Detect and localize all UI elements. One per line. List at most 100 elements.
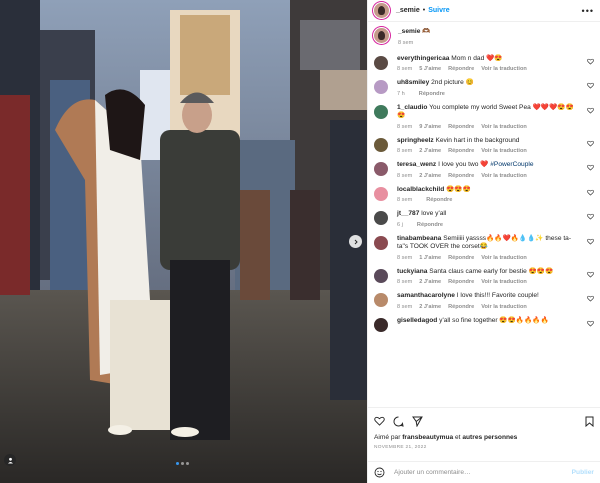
commenter-username[interactable]: samanthacarolyne — [397, 292, 455, 299]
comment-like-heart-icon[interactable] — [587, 189, 594, 196]
post-date: NOVEMBRE 21, 2022 — [374, 445, 427, 450]
reply-button[interactable]: Répondre — [417, 222, 443, 228]
carousel-dot — [186, 462, 189, 465]
comment-text: love y'all — [421, 210, 447, 217]
comment-icon[interactable] — [393, 415, 404, 427]
comment-likes[interactable]: 2 J'aime — [419, 279, 441, 285]
caption-time: 8 sem — [398, 39, 414, 46]
author-avatar[interactable] — [374, 3, 389, 18]
comment-likes[interactable]: 2 J'aime — [419, 173, 441, 179]
commenter-avatar[interactable] — [374, 55, 388, 70]
comment-text: Kevin hart in the background — [435, 136, 520, 144]
liked-by-user[interactable]: fransbeautymua — [402, 434, 453, 441]
commenter-avatar[interactable] — [374, 162, 388, 176]
reply-button[interactable]: Répondre — [448, 124, 474, 130]
like-heart-icon[interactable] — [374, 416, 385, 426]
liked-by-others[interactable]: autres personnes — [462, 434, 517, 441]
comment-like-heart-icon[interactable] — [587, 320, 594, 327]
comment-item: springheelz Kevin hart in the background… — [374, 136, 594, 154]
see-translation-button[interactable]: Voir la traduction — [481, 173, 527, 179]
comment-text: 2nd picture 😊 — [431, 79, 474, 86]
comment-likes[interactable]: 9 J'aime — [419, 124, 441, 130]
commenter-username[interactable]: springheelz — [397, 137, 434, 144]
header-separator: • — [422, 7, 426, 14]
emoji-smiley-icon[interactable] — [374, 467, 385, 478]
comment-text: I love this!!! Favorite couple! — [456, 292, 539, 299]
see-translation-button[interactable]: Voir la traduction — [481, 279, 527, 285]
comment-item: localblackchild 😍😍😍 8 sem Répondre — [374, 186, 594, 203]
post-header: _semie • Suivre ••• — [368, 0, 600, 22]
comment-input[interactable] — [394, 469, 572, 476]
author-username[interactable]: _semie — [396, 7, 420, 14]
commenter-avatar[interactable] — [374, 268, 388, 283]
comment-likes[interactable]: 5 J'aime — [419, 66, 441, 72]
commenter-avatar[interactable] — [374, 186, 388, 201]
comment-likes[interactable]: 1 J'aime — [419, 255, 441, 261]
reply-button[interactable]: Répondre — [448, 148, 474, 154]
commenter-username[interactable]: tinabambeana — [397, 235, 441, 242]
carousel-indicator — [176, 462, 189, 465]
reply-button[interactable]: Répondre — [448, 255, 474, 261]
post-comment-button[interactable]: Publier — [572, 469, 594, 476]
comment-text: I love you two ❤️ #PowerCouple — [438, 161, 534, 168]
comment-item: 1_claudio You complete my world Sweet Pe… — [374, 104, 594, 130]
commenter-username[interactable]: teresa_wenz — [397, 161, 436, 168]
comment-like-heart-icon[interactable] — [587, 58, 594, 65]
comment-time: 8 sem — [397, 279, 413, 285]
commenter-username[interactable]: 1_claudio — [397, 104, 427, 111]
commenter-username[interactable]: everythingericaa — [397, 55, 449, 62]
comment-item: teresa_wenz I love you two ❤️ #PowerCoup… — [374, 161, 594, 179]
comment-item: giselledagod y'all so fine together 😍😍🔥🔥… — [374, 317, 594, 332]
caption-text: 🫶🏾 — [422, 28, 431, 35]
next-image-button[interactable] — [349, 235, 362, 248]
comment-time: 8 sem — [397, 303, 413, 310]
commenter-avatar[interactable] — [374, 317, 388, 332]
commenter-username[interactable]: giselledagod — [397, 317, 437, 324]
commenter-username[interactable]: uh8smiley — [397, 79, 429, 86]
reply-button[interactable]: Répondre — [448, 173, 474, 179]
comment-item: everythingericaa Mom n dad ❤️😍 8 sem 5 J'a… — [374, 54, 594, 72]
commenter-username[interactable]: jt__787 — [397, 210, 419, 217]
commenter-avatar[interactable] — [374, 235, 388, 250]
caption-avatar[interactable] — [374, 28, 389, 43]
comment-item: tuckyiana Santa claus came early for bes… — [374, 268, 594, 285]
commenter-avatar[interactable] — [374, 137, 388, 152]
see-translation-button[interactable]: Voir la traduction — [481, 66, 527, 72]
comment-like-heart-icon[interactable] — [587, 164, 594, 171]
commenter-avatar[interactable] — [374, 80, 388, 94]
comment-likes[interactable]: 2 J'aime — [419, 148, 441, 154]
post-photo[interactable] — [0, 0, 367, 483]
times-square-photo — [0, 0, 367, 483]
comment-like-heart-icon[interactable] — [587, 140, 594, 147]
share-paper-plane-icon[interactable] — [412, 416, 423, 427]
see-translation-button[interactable]: Voir la traduction — [481, 255, 527, 261]
see-translation-button[interactable]: Voir la traduction — [481, 304, 527, 310]
comment-time: 8 sem — [397, 172, 413, 179]
comment-like-heart-icon[interactable] — [587, 213, 594, 220]
reply-button[interactable]: Répondre — [419, 91, 445, 97]
reply-button[interactable]: Répondre — [448, 304, 474, 310]
see-translation-button[interactable]: Voir la traduction — [481, 124, 527, 130]
comment-like-heart-icon[interactable] — [587, 82, 594, 89]
comment-like-heart-icon[interactable] — [587, 295, 594, 302]
commenter-avatar[interactable] — [374, 293, 388, 307]
comment-text: Mom n dad ❤️😍 — [451, 54, 503, 62]
commenter-username[interactable]: tuckyiana — [397, 268, 427, 275]
comment-likes[interactable]: 2 J'aime — [419, 304, 441, 310]
comment-like-heart-icon[interactable] — [587, 238, 594, 245]
tagged-users-button[interactable] — [4, 454, 16, 466]
comment-like-heart-icon[interactable] — [587, 271, 594, 278]
follow-button[interactable]: Suivre — [428, 7, 449, 14]
see-translation-button[interactable]: Voir la traduction — [481, 148, 527, 154]
reply-button[interactable]: Répondre — [448, 279, 474, 285]
comment-like-heart-icon[interactable] — [587, 107, 594, 114]
comments-list[interactable]: _semie 🫶🏾 8 sem everythingericaa Mom n d… — [368, 22, 600, 407]
bookmark-icon[interactable] — [585, 416, 594, 427]
commenter-avatar[interactable] — [374, 211, 388, 225]
caption-username[interactable]: _semie — [398, 28, 420, 35]
commenter-avatar[interactable] — [374, 104, 388, 119]
more-options-icon[interactable]: ••• — [582, 6, 594, 16]
commenter-username[interactable]: localblackchild — [397, 186, 444, 193]
reply-button[interactable]: Répondre — [426, 197, 452, 203]
reply-button[interactable]: Répondre — [448, 66, 474, 72]
